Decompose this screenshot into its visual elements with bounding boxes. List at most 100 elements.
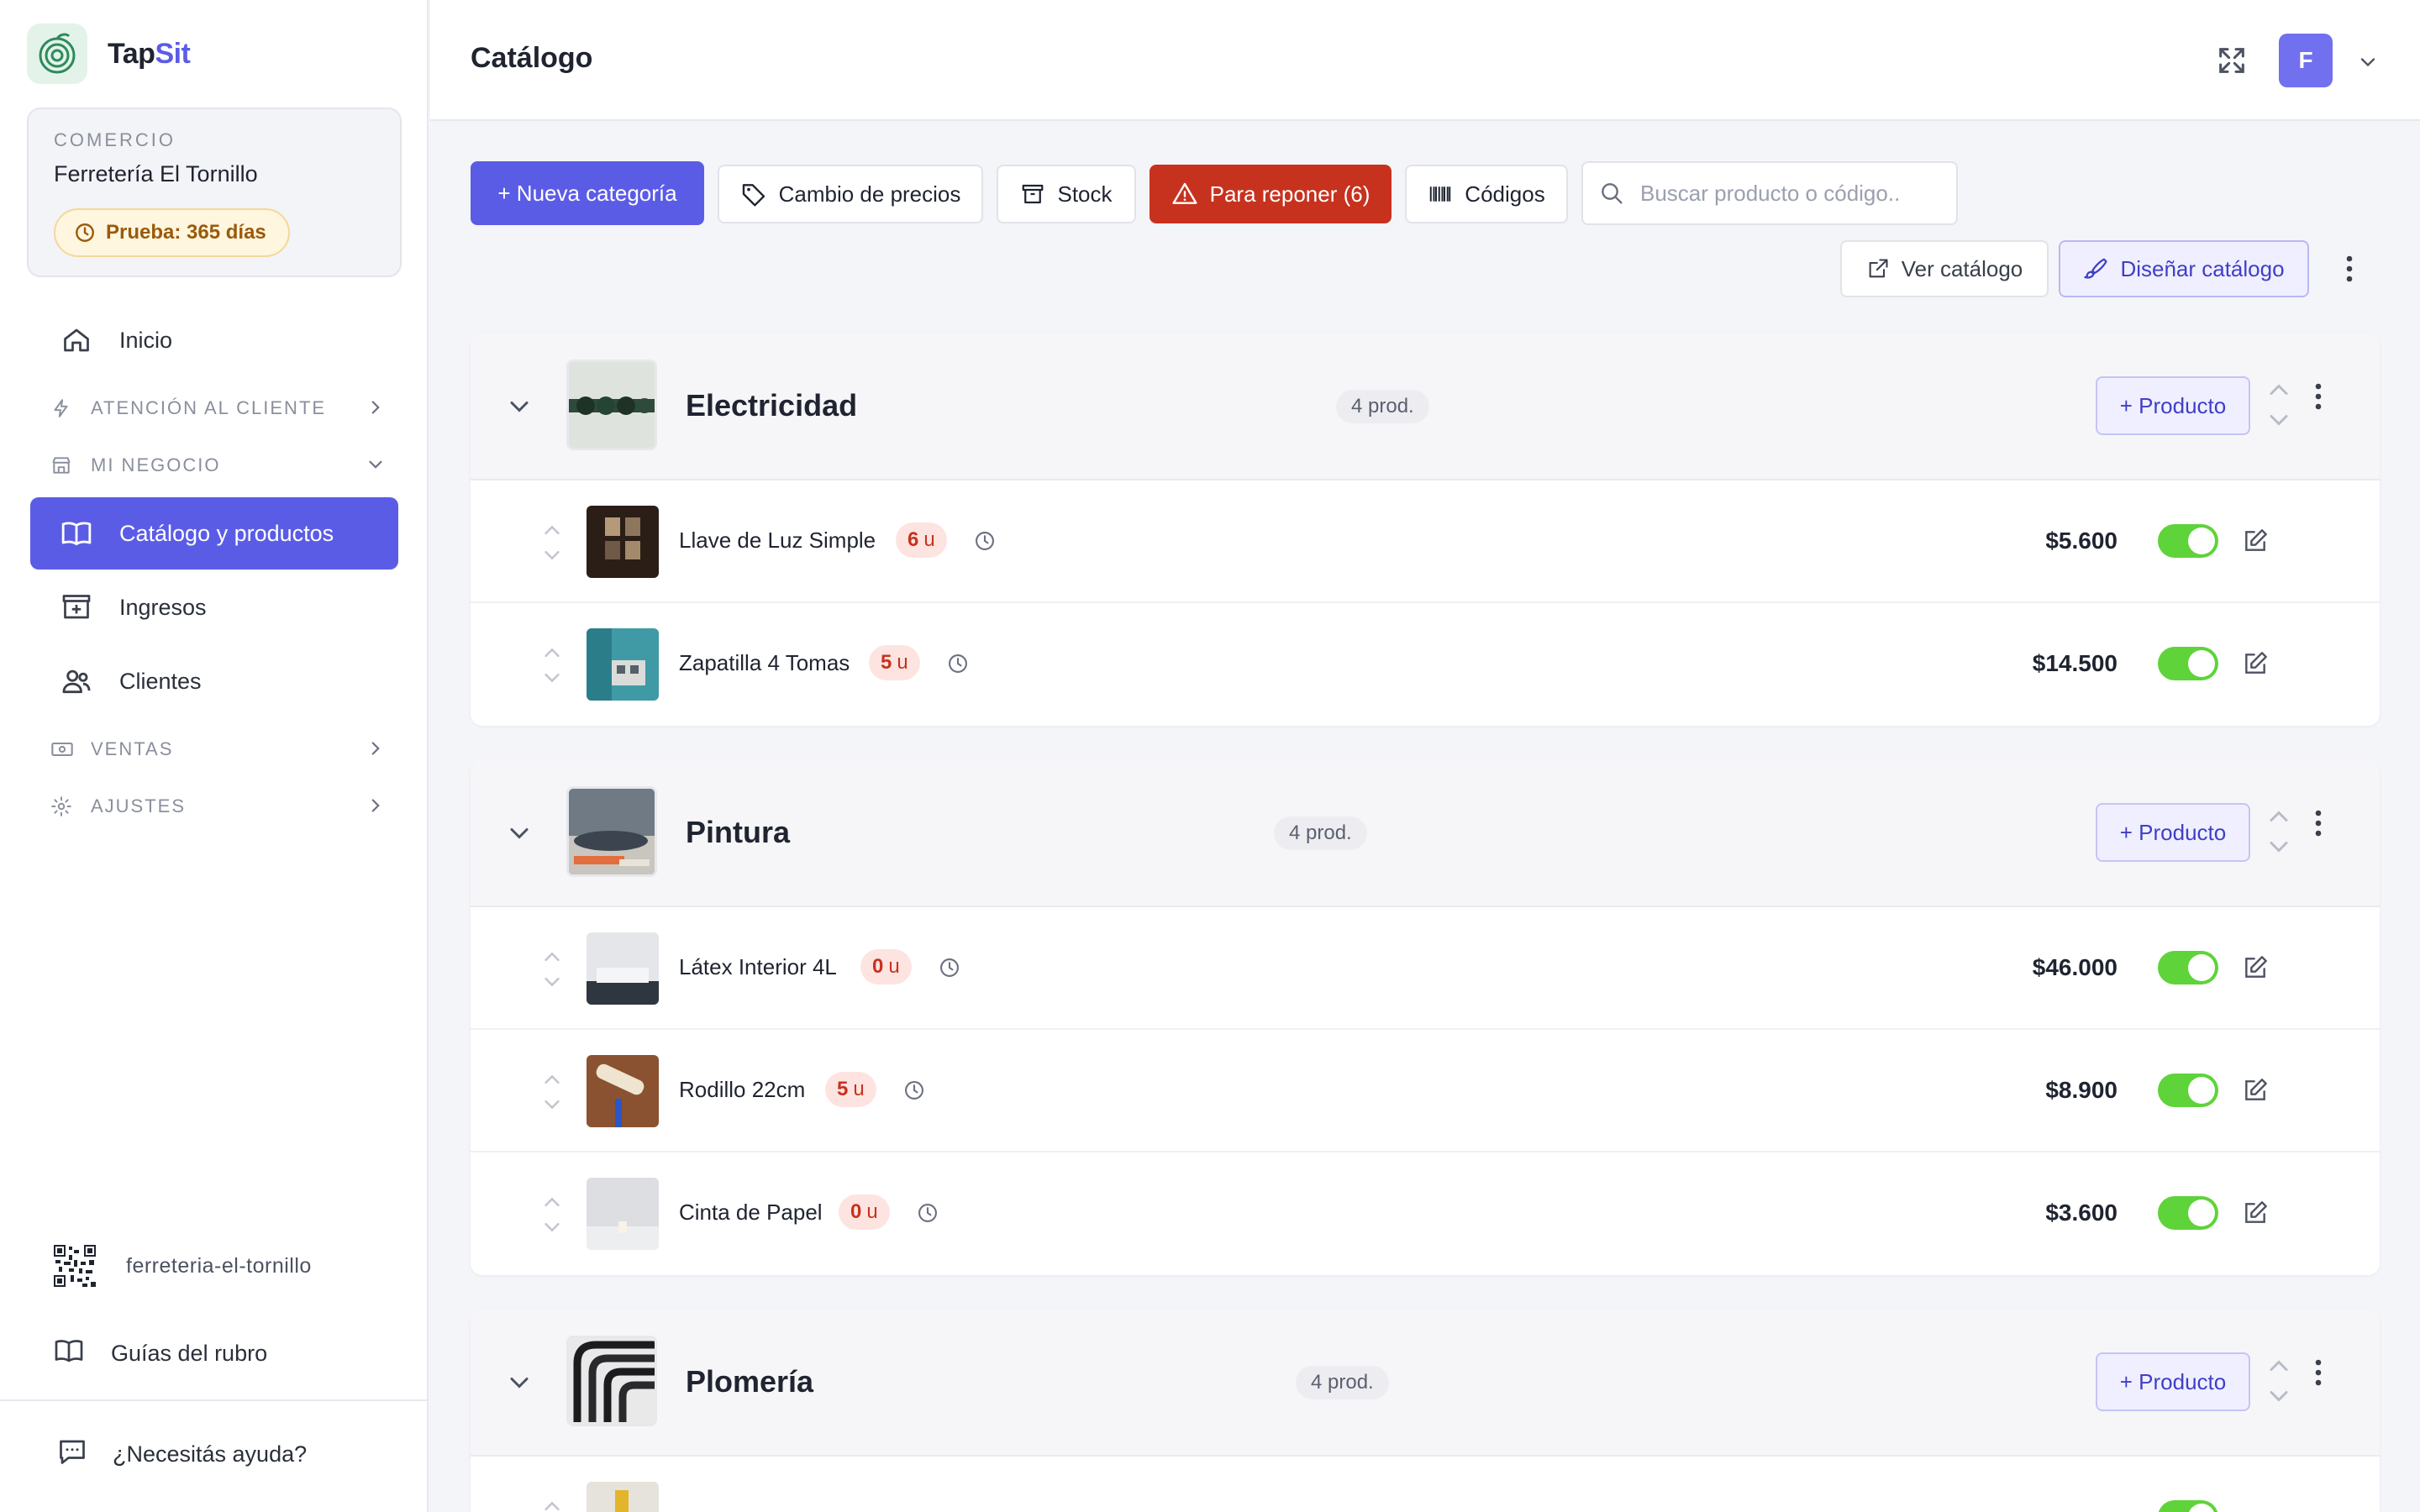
product-active-toggle[interactable] (2158, 1074, 2218, 1107)
sidebar-section-settings[interactable]: AJUSTES (50, 790, 387, 823)
sidebar-item-clients[interactable]: Clientes (30, 645, 398, 717)
product-image (587, 628, 659, 701)
new-category-button[interactable]: + Nueva categoría (471, 161, 704, 225)
price-change-button[interactable]: Cambio de precios (718, 165, 983, 223)
clock-icon (76, 223, 94, 242)
add-product-button[interactable]: + Producto (2096, 1352, 2250, 1411)
product-active-toggle[interactable] (2158, 524, 2218, 558)
product-price: $14.500 (2032, 650, 2118, 676)
sidebar-section-sales[interactable]: VENTAS (50, 732, 387, 766)
clock-icon[interactable] (902, 1079, 926, 1106)
clock-icon[interactable] (946, 652, 970, 680)
edit-icon[interactable] (2242, 1200, 2269, 1231)
category-image[interactable] (566, 360, 657, 450)
category-name: Electricidad (686, 388, 858, 423)
product-name: Látex Interior 4L (679, 954, 837, 979)
store-icon (50, 454, 76, 476)
clock-icon[interactable] (938, 956, 961, 984)
chevron-down-icon[interactable] (504, 818, 534, 853)
product-row[interactable]: Cinta de Papel 0u $3.600 (471, 1152, 2380, 1275)
product-active-toggle[interactable] (2158, 951, 2218, 984)
book-open-icon (59, 516, 94, 551)
edit-icon[interactable] (2242, 650, 2269, 681)
stock-badge: 5u (869, 645, 920, 680)
product-name: Cinta de Papel (679, 1200, 823, 1225)
sort-arrows-icon[interactable] (2264, 1354, 2294, 1412)
sidebar-item-guides[interactable]: Guías del rubro (54, 1336, 267, 1372)
sort-arrows-icon[interactable] (539, 521, 565, 569)
product-active-toggle[interactable] (2158, 1500, 2218, 1512)
search-input[interactable] (1640, 180, 1951, 207)
top-header: Catálogo F (430, 0, 2420, 121)
help-button[interactable]: ¿Necesitás ayuda? (57, 1436, 307, 1473)
more-options-icon[interactable] (2333, 245, 2366, 292)
chevron-right-icon (365, 396, 387, 423)
product-active-toggle[interactable] (2158, 647, 2218, 680)
more-options-icon[interactable] (2314, 1357, 2323, 1392)
lightning-icon (50, 397, 76, 419)
category-card: Plomería 4 prod. + Producto (471, 1309, 2380, 1512)
view-catalog-button[interactable]: Ver catálogo (1840, 240, 2049, 297)
more-options-icon[interactable] (2314, 381, 2323, 416)
product-row[interactable] (471, 1457, 2380, 1512)
category-image[interactable] (566, 786, 657, 877)
sort-arrows-icon[interactable] (539, 1497, 565, 1512)
sidebar-section-label: AJUSTES (91, 795, 187, 816)
sort-arrows-icon[interactable] (539, 1070, 565, 1118)
design-catalog-button[interactable]: Diseñar catálogo (2059, 240, 2309, 297)
clock-icon[interactable] (973, 529, 997, 557)
sidebar-item-label: Ingresos (119, 594, 207, 620)
codes-button[interactable]: Códigos (1405, 165, 1568, 223)
sort-arrows-icon[interactable] (539, 948, 565, 995)
category-count-badge: 4 prod. (1274, 816, 1367, 850)
store-slug: ferreteria-el-tornillo (126, 1253, 312, 1278)
edit-icon[interactable] (2242, 528, 2269, 559)
product-row[interactable]: Zapatilla 4 Tomas 5u $14.500 (471, 603, 2380, 726)
sidebar-item-income[interactable]: Ingresos (30, 571, 398, 643)
add-product-button[interactable]: + Producto (2096, 376, 2250, 435)
product-row[interactable]: Rodillo 22cm 5u $8.900 (471, 1030, 2380, 1152)
product-image (587, 1482, 659, 1512)
stock-button[interactable]: Stock (997, 165, 1136, 223)
brand-logo-icon (27, 24, 87, 84)
product-price: $8.900 (2045, 1077, 2118, 1103)
stock-label: Stock (1057, 181, 1113, 207)
new-category-label: + Nueva categoría (497, 180, 677, 206)
restock-button[interactable]: Para reponer (6) (1150, 165, 1392, 223)
search-icon (1602, 183, 1623, 204)
sidebar-item-catalog[interactable]: Catálogo y productos (30, 497, 398, 570)
fullscreen-icon[interactable] (2215, 44, 2249, 81)
chevron-down-icon[interactable] (504, 391, 534, 426)
sidebar-section-business[interactable]: MI NEGOCIO (50, 449, 387, 482)
add-product-button[interactable]: + Producto (2096, 803, 2250, 862)
sidebar-section-customer[interactable]: ATENCIÓN AL CLIENTE (50, 391, 387, 425)
search-box[interactable] (1581, 161, 1958, 225)
sidebar-item-home[interactable]: Inicio (30, 304, 398, 376)
category-image[interactable] (566, 1336, 657, 1426)
help-label: ¿Necesitás ayuda? (113, 1441, 308, 1467)
avatar[interactable]: F (2279, 34, 2333, 87)
sort-arrows-icon[interactable] (539, 643, 565, 691)
product-price: $3.600 (2045, 1200, 2118, 1226)
sort-arrows-icon[interactable] (2264, 378, 2294, 436)
product-row[interactable]: Látex Interior 4L 0u $46.000 (471, 907, 2380, 1030)
chevron-right-icon (365, 738, 387, 764)
sidebar-item-label: Inicio (119, 327, 173, 353)
product-active-toggle[interactable] (2158, 1196, 2218, 1230)
sidebar: TapSit COMERCIO Ferretería El Tornillo P… (0, 0, 429, 1512)
clock-icon[interactable] (916, 1201, 939, 1229)
category-header: Electricidad 4 prod. + Producto (471, 333, 2380, 480)
chevron-down-icon[interactable] (2356, 50, 2380, 78)
sort-arrows-icon[interactable] (2264, 805, 2294, 863)
product-image (587, 1178, 659, 1250)
store-link[interactable]: ferreteria-el-tornillo (54, 1245, 312, 1287)
sort-arrows-icon[interactable] (539, 1193, 565, 1241)
edit-icon[interactable] (2242, 1077, 2269, 1108)
product-image (587, 932, 659, 1005)
design-catalog-label: Diseñar catálogo (2120, 255, 2285, 281)
more-options-icon[interactable] (2314, 808, 2323, 843)
product-row[interactable]: Llave de Luz Simple 6u $5.600 (471, 480, 2380, 603)
edit-icon[interactable] (2242, 954, 2269, 985)
brand[interactable]: TapSit (27, 24, 191, 84)
chevron-down-icon[interactable] (504, 1368, 534, 1402)
